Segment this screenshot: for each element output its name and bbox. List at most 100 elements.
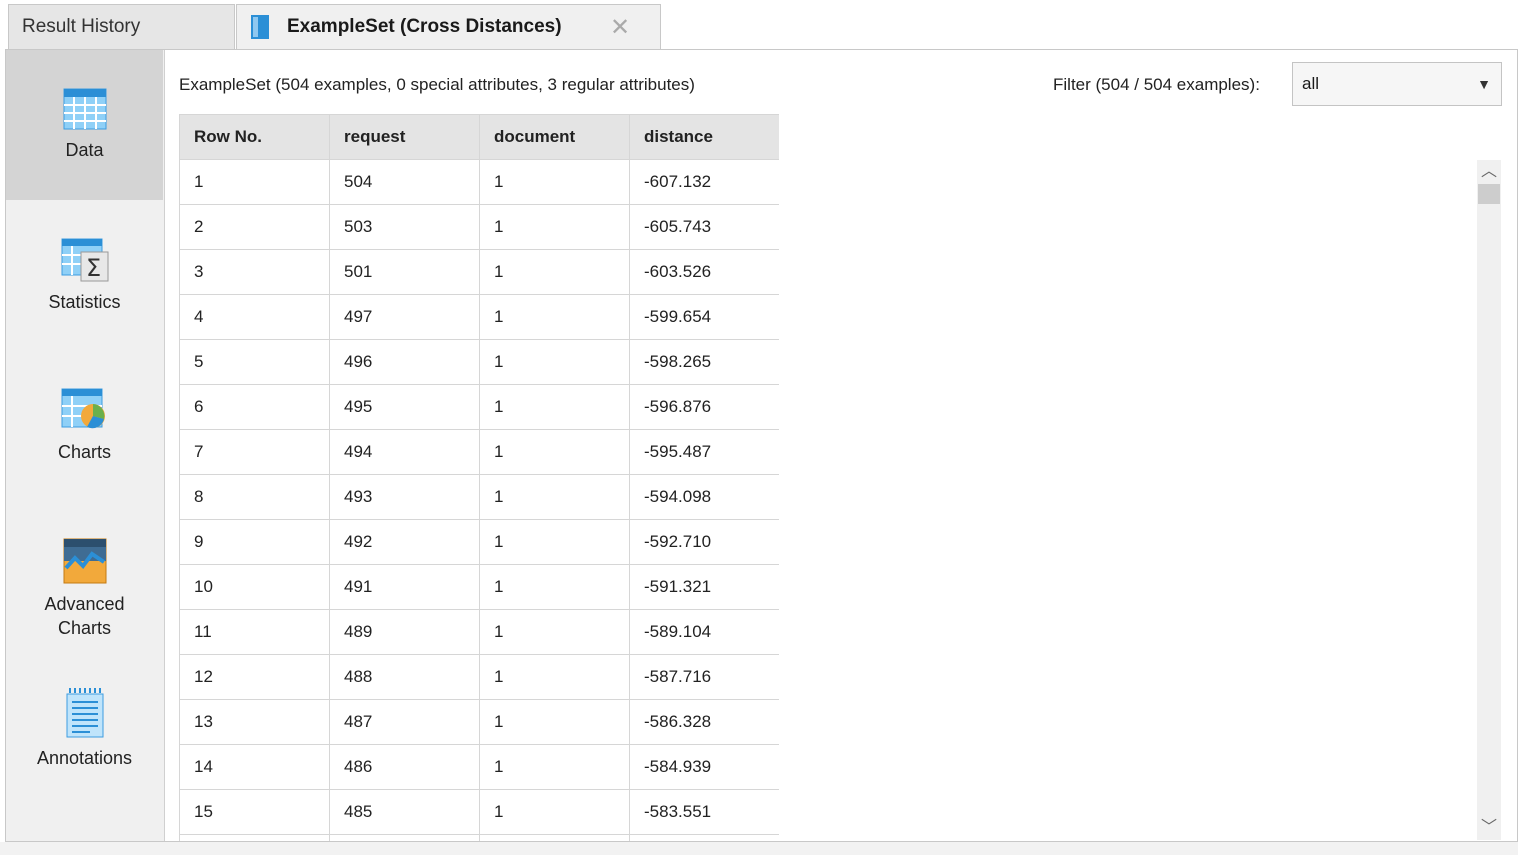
sidebar-item-data[interactable]: Data xyxy=(6,50,163,200)
data-table-container: Row No. request document distance 1 504 1-… xyxy=(179,114,779,841)
table-header-row: Row No. request document distance xyxy=(179,114,779,160)
cell-distance: -607.132 xyxy=(629,159,779,205)
filter-dropdown[interactable]: all ▼ xyxy=(1292,62,1502,106)
cell-row-no: 10 xyxy=(179,564,330,610)
cell-document: 1 xyxy=(479,294,630,340)
annotations-icon xyxy=(66,688,103,738)
tab-exampleset-label: ExampleSet (Cross Distances) xyxy=(287,16,562,37)
table-row[interactable]: 2 503 1 -605.743 xyxy=(179,204,779,250)
sidebar-item-label: Advanced Charts xyxy=(44,594,125,638)
data-table: Row No. request document distance 1 504 1-… xyxy=(179,114,779,841)
tab-exampleset[interactable]: ExampleSet (Cross Distances) ✕ xyxy=(236,4,661,49)
cell-row-no: 7 xyxy=(179,429,330,475)
cell-request: 496 xyxy=(329,339,480,385)
table-row[interactable]: 8 493 1 -594.098 xyxy=(179,474,779,520)
table-row[interactable]: 5 496 1 -598.265 xyxy=(179,339,779,385)
cell-distance: -587.716 xyxy=(629,654,779,700)
cell-request: 504 xyxy=(329,159,480,205)
cell-document: 1 xyxy=(479,429,630,475)
table-row[interactable]: 14 486 1 -584.939 xyxy=(179,744,779,790)
cell-document: 1 xyxy=(479,249,630,295)
cell-document: 1 xyxy=(479,519,630,565)
cell-document xyxy=(479,834,630,841)
results-panel: Data Σ Statistics Charts Advanced Charts… xyxy=(5,49,1518,842)
cell-row-no: 9 xyxy=(179,519,330,565)
cell-row-no: 2 xyxy=(179,204,330,250)
cell-row-no: 8 xyxy=(179,474,330,520)
cell-distance: -599.654 xyxy=(629,294,779,340)
cell-distance: -584.939 xyxy=(629,744,779,790)
cell-request: 487 xyxy=(329,699,480,745)
cell-document: 1 xyxy=(479,699,630,745)
column-header-document[interactable]: document xyxy=(479,114,630,160)
view-sidebar: Data Σ Statistics Charts Advanced Charts… xyxy=(6,50,165,841)
table-row[interactable]: 3 501 1 -603.526 xyxy=(179,249,779,295)
tab-bar: Result History ExampleSet (Cross Distanc… xyxy=(0,0,1518,50)
cell-request: 488 xyxy=(329,654,480,700)
svg-text:Σ: Σ xyxy=(86,254,101,282)
table-row[interactable]: 4 497 1 -599.654 xyxy=(179,294,779,340)
table-row[interactable]: 9 492 1 -592.710 xyxy=(179,519,779,565)
cell-request: 489 xyxy=(329,609,480,655)
cell-document: 1 xyxy=(479,654,630,700)
column-header-request[interactable]: request xyxy=(329,114,480,160)
filter-value: all xyxy=(1302,74,1320,93)
close-icon[interactable]: ✕ xyxy=(610,13,630,42)
cell-request: 503 xyxy=(329,204,480,250)
sidebar-item-label: Data xyxy=(65,140,104,160)
sidebar-item-label: Charts xyxy=(57,442,111,462)
cell-distance xyxy=(629,834,779,841)
cell-distance: -592.710 xyxy=(629,519,779,565)
cell-distance: -596.876 xyxy=(629,384,779,430)
cell-row-no: 6 xyxy=(179,384,330,430)
exampleset-icon xyxy=(251,15,269,39)
column-header-distance[interactable]: distance xyxy=(629,114,779,160)
scroll-down-icon[interactable]: ﹀ xyxy=(1477,816,1501,840)
cell-row-no: 12 xyxy=(179,654,330,700)
table-row[interactable]: 1 504 1 -607.132 xyxy=(179,159,779,205)
chevron-down-icon: ▼ xyxy=(1477,76,1491,92)
cell-row-no: 14 xyxy=(179,744,330,790)
sidebar-item-statistics[interactable]: Σ Statistics xyxy=(6,200,163,350)
vertical-scrollbar[interactable]: ︿ ﹀ xyxy=(1477,160,1501,840)
cell-row-no xyxy=(179,834,330,841)
cell-document: 1 xyxy=(479,384,630,430)
cell-distance: -603.526 xyxy=(629,249,779,295)
cell-row-no: 1 xyxy=(179,159,330,205)
status-strip xyxy=(0,842,1518,855)
cell-request xyxy=(329,834,480,841)
scroll-thumb[interactable] xyxy=(1478,184,1500,204)
sidebar-item-annotations[interactable]: Annotations xyxy=(6,650,163,800)
cell-request: 497 xyxy=(329,294,480,340)
cell-document: 1 xyxy=(479,474,630,520)
column-header-row-no[interactable]: Row No. xyxy=(179,114,330,160)
tab-result-history[interactable]: Result History xyxy=(8,4,235,49)
table-row[interactable]: 6 495 1 -596.876 xyxy=(179,384,779,430)
cell-distance: -594.098 xyxy=(629,474,779,520)
table-row[interactable]: 13 487 1 -586.328 xyxy=(179,699,779,745)
sidebar-item-label: Annotations xyxy=(36,748,133,768)
cell-request: 492 xyxy=(329,519,480,565)
cell-document: 1 xyxy=(479,609,630,655)
scroll-up-icon[interactable]: ︿ xyxy=(1477,160,1501,184)
table-row[interactable]: 12 488 1 -587.716 xyxy=(179,654,779,700)
table-row[interactable]: 10 491 1 -591.321 xyxy=(179,564,779,610)
sidebar-item-label: Statistics xyxy=(48,292,121,312)
cell-document: 1 xyxy=(479,339,630,385)
table-icon xyxy=(63,88,106,130)
cell-request: 495 xyxy=(329,384,480,430)
table-row[interactable] xyxy=(179,834,779,841)
table-row[interactable]: 7 494 1 -595.487 xyxy=(179,429,779,475)
cell-row-no: 5 xyxy=(179,339,330,385)
cell-request: 491 xyxy=(329,564,480,610)
sidebar-item-charts[interactable]: Charts xyxy=(6,350,163,500)
cell-distance: -586.328 xyxy=(629,699,779,745)
filter-label: Filter (504 / 504 examples): xyxy=(1053,75,1260,94)
chart-icon xyxy=(61,388,105,429)
cell-document: 1 xyxy=(479,744,630,790)
cell-request: 486 xyxy=(329,744,480,790)
statistics-icon: Σ xyxy=(61,238,108,282)
cell-request: 501 xyxy=(329,249,480,295)
table-row[interactable]: 11 489 1 -589.104 xyxy=(179,609,779,655)
table-row[interactable]: 15 485 1 -583.551 xyxy=(179,789,779,835)
